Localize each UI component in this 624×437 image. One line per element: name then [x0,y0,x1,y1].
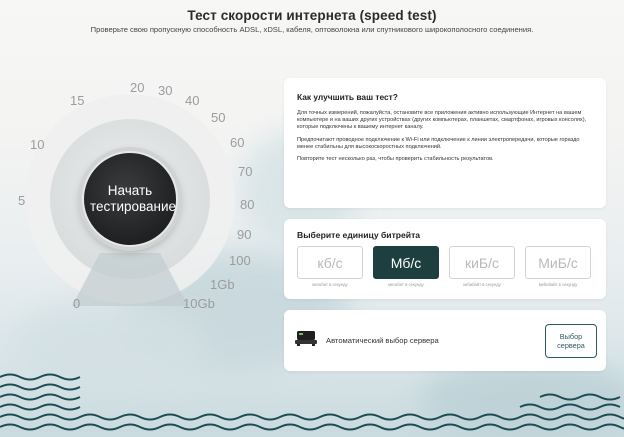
unit-button-kibps[interactable]: киБ/с [449,246,515,279]
unit-button-mbps[interactable]: Мб/с [373,246,439,279]
page-title: Тест скорости интернета (speed test) [187,8,437,23]
gauge-tick: 70 [238,164,253,179]
gauge-tick: 30 [158,83,173,98]
gauge-tick: 50 [211,110,226,125]
unit-button-mibps[interactable]: МиБ/с [525,246,591,279]
tips-paragraph: Для точных измерений, пожалуйста, остано… [297,110,587,131]
gauge-tick: 10 [30,137,45,152]
gauge-tick: 90 [237,227,252,242]
server-card: Автоматический выбор сервера Выбор серве… [284,310,606,371]
start-test-label: Начать тестирование [90,183,177,214]
bitrate-unit-group: кб/с килобит в секунду Мб/с мегабит в се… [297,246,593,287]
unit-caption: мегабит в секунду [388,282,424,287]
gauge-tick: 100 [229,253,251,268]
bitrate-card: Выберите единицу битрейта кб/с килобит в… [284,219,606,299]
gauge-tick: 80 [240,197,255,212]
page-header: Тест скорости интернета (speed test) Про… [0,8,624,34]
unit-option-mibps: МиБ/с мебибайт в секунду [525,246,591,287]
start-test-button[interactable]: Начать тестирование [82,151,178,247]
gauge-tick: 10Gb [183,296,215,311]
unit-option-kbps: кб/с килобит в секунду [297,246,363,287]
select-server-button[interactable]: Выбор сервера [545,323,597,358]
select-server-label: Выбор сервера [557,331,585,350]
unit-option-kibps: киБ/с кибибайт в секунду [449,246,515,287]
gauge-tick: 1Gb [210,277,235,292]
server-icon [295,328,317,353]
tips-card: Как улучшить ваш тест? Для точных измере… [284,78,606,208]
unit-option-mbps: Мб/с мегабит в секунду [373,246,439,287]
gauge-tick: 15 [70,93,85,108]
unit-caption: мебибайт в секунду [538,282,578,287]
page-subtitle: Проверьте свою пропускную способность AD… [90,25,534,34]
unit-caption: кибибайт в секунду [463,282,501,287]
gauge-tick: 0 [73,296,81,311]
tips-paragraph: Повторите тест несколько раз, чтобы пров… [297,156,494,163]
gauge-tick: 20 [130,80,145,95]
wave-pattern [0,373,624,431]
unit-caption: килобит в секунду [312,282,348,287]
unit-button-kbps[interactable]: кб/с [297,246,363,279]
tips-paragraph: Предпочитают проводное подключение к Wi-… [297,136,580,150]
tips-title: Как улучшить ваш тест? [297,92,398,102]
gauge-tick: 60 [230,135,245,150]
bitrate-title: Выберите единицу битрейта [297,230,421,240]
gauge-tick: 5 [18,193,26,208]
server-label: Автоматический выбор сервера [326,336,439,345]
gauge-tick: 40 [185,93,200,108]
